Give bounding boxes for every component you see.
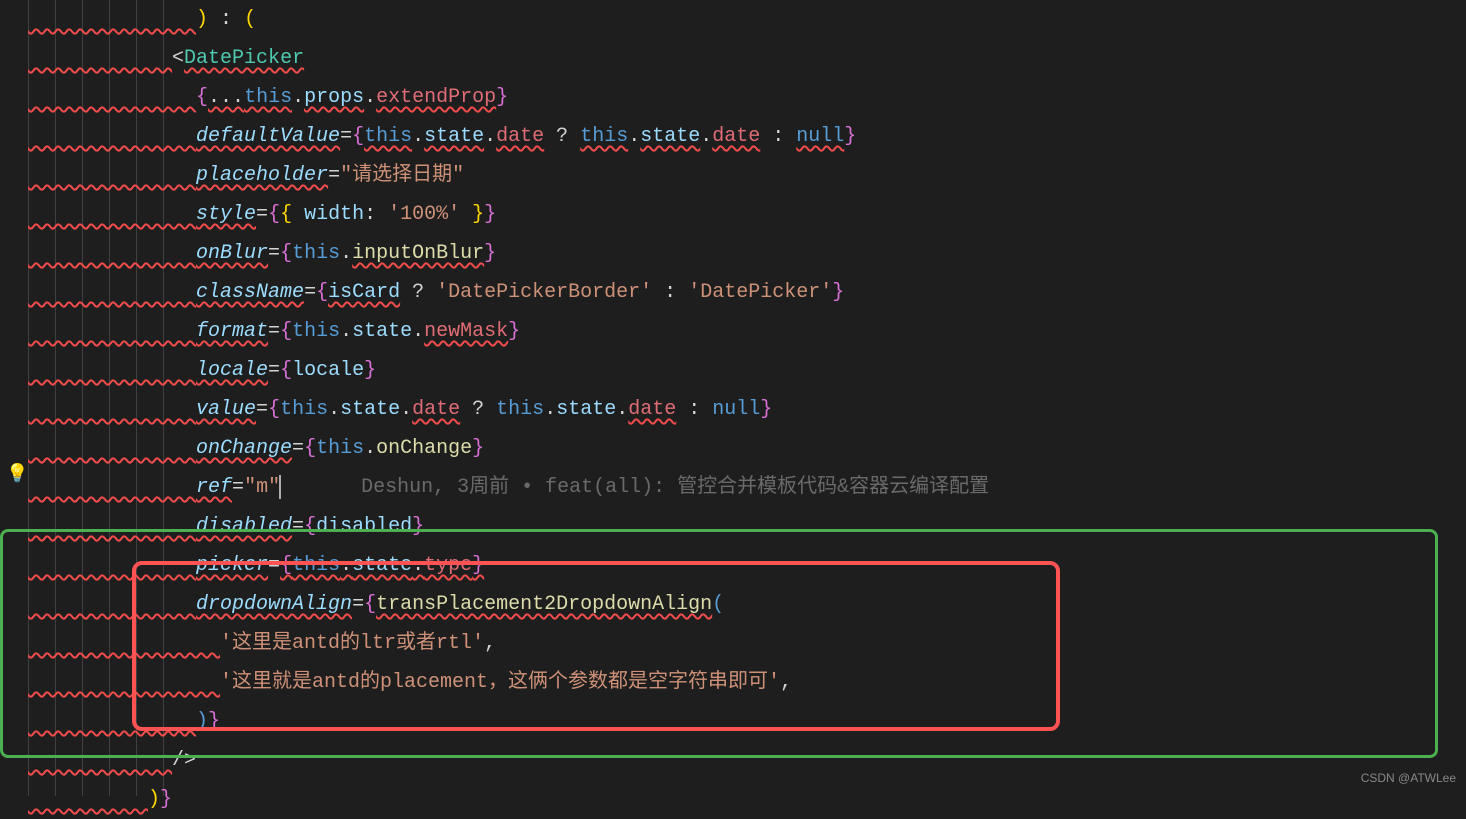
code-line[interactable]: onChange={this.onChange} [28, 429, 1466, 468]
code-line[interactable]: onBlur={this.inputOnBlur} [28, 234, 1466, 273]
code-line[interactable]: style={{ width: '100%' }} [28, 195, 1466, 234]
watermark: CSDN @ATWLee [1361, 767, 1456, 790]
code-line[interactable]: {...this.props.extendProp} [28, 78, 1466, 117]
code-line[interactable]: <DatePicker [28, 39, 1466, 78]
code-line[interactable]: defaultValue={this.state.date ? this.sta… [28, 117, 1466, 156]
code-line[interactable]: picker={this.state.type} [28, 546, 1466, 585]
code-line[interactable]: /> [28, 741, 1466, 780]
lightbulb-icon[interactable]: 💡 [6, 458, 28, 493]
code-line[interactable]: ) : ( [28, 0, 1466, 39]
code-line[interactable]: value={this.state.date ? this.state.date… [28, 390, 1466, 429]
code-line[interactable]: format={this.state.newMask} [28, 312, 1466, 351]
code-line[interactable]: '这里是antd的ltr或者rtl', [28, 624, 1466, 663]
code-line[interactable]: className={isCard ? 'DatePickerBorder' :… [28, 273, 1466, 312]
code-line[interactable]: disabled={disabled} [28, 507, 1466, 546]
code-line[interactable]: locale={locale} [28, 351, 1466, 390]
code-line[interactable]: dropdownAlign={transPlacement2DropdownAl… [28, 585, 1466, 624]
code-line[interactable]: '这里就是antd的placement，这俩个参数都是空字符串即可', [28, 663, 1466, 702]
text-cursor [279, 475, 281, 499]
code-line[interactable]: )} [28, 780, 1466, 819]
code-editor[interactable]: ) : ( <DatePicker {...this.props.extendP… [0, 0, 1466, 819]
code-line[interactable]: )} [28, 702, 1466, 741]
git-blame-annotation: Deshun, 3周前 • feat(all): 管控合并模板代码&容器云编译配… [361, 476, 989, 499]
code-line[interactable]: ref="m"Deshun, 3周前 • feat(all): 管控合并模板代码… [28, 468, 1466, 507]
code-line[interactable]: placeholder="请选择日期" [28, 156, 1466, 195]
